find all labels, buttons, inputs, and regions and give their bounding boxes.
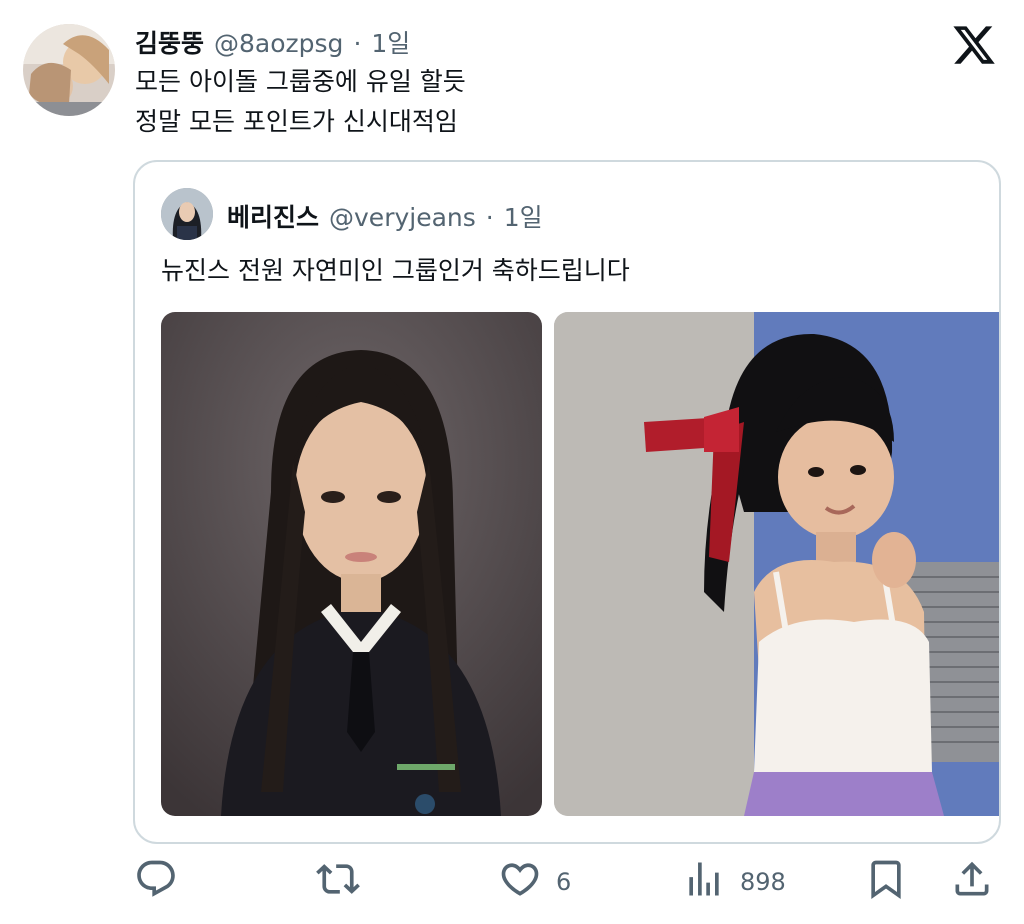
child-red-ribbon-photo[interactable] (554, 312, 999, 816)
views-button[interactable]: 898 (682, 852, 786, 912)
tweet-timestamp[interactable]: 1일 (371, 24, 410, 60)
views-count: 898 (740, 868, 786, 896)
quoted-tweet-timestamp[interactable]: 1일 (504, 198, 543, 234)
quoted-author-avatar[interactable] (161, 188, 213, 240)
quoted-tweet-header: 베리진스 @veryjeans · 1일 (227, 198, 543, 234)
author-avatar[interactable] (23, 24, 115, 116)
share-icon (950, 857, 994, 907)
separator-dot: · (353, 29, 362, 58)
reply-icon (134, 857, 178, 907)
author-handle[interactable]: @8aozpsg (214, 29, 343, 58)
heart-icon (498, 857, 542, 907)
quoted-tweet-card[interactable]: 베리진스 @veryjeans · 1일 뉴진스 전원 자연미인 그룹인거 축하… (133, 160, 1001, 844)
tweet-text: 모든 아이돌 그룹중에 유일 할듯 정말 모든 포인트가 신시대적임 (135, 67, 466, 136)
retweet-icon (316, 857, 360, 907)
reply-button[interactable] (134, 852, 178, 912)
like-count: 6 (556, 868, 572, 896)
tweet-header: 김뚱뚱 @8aozpsg · 1일 (135, 24, 410, 60)
retweet-button[interactable] (316, 852, 360, 912)
share-button[interactable] (950, 852, 994, 912)
quoted-tweet-text: 뉴진스 전원 자연미인 그룹인거 축하드립니다 (161, 256, 630, 285)
separator-dot: · (485, 203, 494, 232)
x-logo-icon (951, 22, 997, 68)
author-display-name[interactable]: 김뚱뚱 (135, 24, 204, 60)
quoted-author-handle[interactable]: @veryjeans (329, 203, 476, 232)
yearbook-portrait-photo[interactable] (161, 312, 542, 816)
bookmark-button[interactable] (864, 852, 908, 912)
views-icon (682, 857, 726, 907)
tweet-action-bar: 6 898 (0, 852, 1024, 912)
bookmark-icon (864, 857, 908, 907)
quoted-author-display-name[interactable]: 베리진스 (227, 198, 319, 234)
like-button[interactable]: 6 (498, 852, 571, 912)
